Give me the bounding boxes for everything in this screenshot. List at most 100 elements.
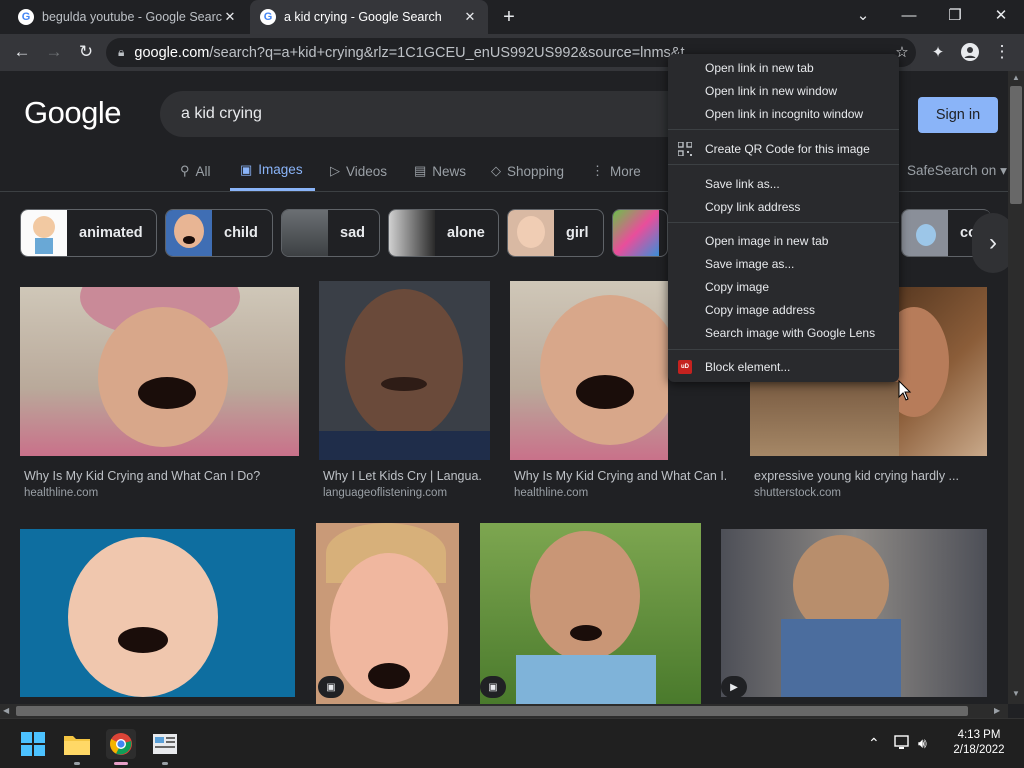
tab-shopping[interactable]: ◇ Shopping — [491, 151, 564, 191]
menu-open-link-incognito[interactable]: Open link in incognito window — [668, 103, 899, 125]
chip-animated[interactable]: animated — [20, 209, 157, 257]
tab-videos[interactable]: ▷ Videos — [330, 151, 387, 191]
new-tab-button[interactable]: + — [498, 6, 520, 28]
menu-open-link-new-tab[interactable]: Open link in new tab — [668, 57, 899, 79]
file-explorer-icon[interactable] — [62, 729, 92, 759]
close-tab-icon[interactable]: ✕ — [462, 9, 478, 25]
chip-child[interactable]: child — [165, 209, 273, 257]
sign-in-button[interactable]: Sign in — [918, 97, 998, 133]
image-icon: ▣ — [240, 161, 253, 177]
result-image-8[interactable]: ▶ — [721, 529, 987, 697]
chrome-taskbar-icon[interactable] — [106, 729, 136, 759]
extensions-icon[interactable]: ✦ — [924, 38, 952, 66]
menu-copy-image[interactable]: Copy image — [668, 276, 899, 298]
chip-label: animated — [79, 225, 143, 241]
tab-label: News — [432, 163, 467, 179]
app-taskbar-icon[interactable] — [150, 729, 180, 759]
menu-search-google-lens[interactable]: Search image with Google Lens — [668, 322, 899, 344]
menu-save-image-as[interactable]: Save image as... — [668, 253, 899, 275]
result-image-4-lower[interactable] — [750, 382, 899, 456]
result-caption[interactable]: Why Is My Kid Crying and What Can I... — [514, 469, 726, 483]
minimize-button[interactable]: — — [886, 0, 932, 30]
menu-copy-link-address[interactable]: Copy link address — [668, 196, 899, 218]
menu-copy-image-address[interactable]: Copy image address — [668, 299, 899, 321]
menu-separator — [668, 129, 899, 130]
url-host: google.com — [134, 44, 210, 61]
safesearch-dropdown[interactable]: SafeSearch on ▾ — [907, 163, 1007, 179]
tab-more[interactable]: ⋮ More — [591, 151, 641, 191]
chip-label: alone — [447, 225, 485, 241]
show-hidden-icons-chevron-icon[interactable]: ⌃ — [868, 735, 880, 752]
tab-images[interactable]: ▣ Images — [230, 151, 315, 191]
image-result-icon: ▣ — [480, 676, 506, 698]
tab-search-dropdown-icon[interactable]: ⌄ — [840, 0, 886, 30]
vertical-scroll-thumb[interactable] — [1010, 86, 1022, 204]
tab-label: More — [610, 163, 641, 179]
tab-label: All — [195, 163, 211, 179]
chip-label: girl — [566, 225, 589, 241]
chip-alone[interactable]: alone — [388, 209, 499, 257]
result-source[interactable]: languageoflistening.com — [323, 487, 447, 499]
chip-thumbnail — [902, 210, 948, 256]
result-caption[interactable]: Why I Let Kids Cry | Langua... — [323, 469, 483, 483]
tab-all[interactable]: ⚲ All — [180, 151, 211, 191]
result-image-2[interactable] — [319, 281, 490, 460]
menu-block-element[interactable]: Block element... — [668, 356, 899, 378]
close-tab-icon[interactable]: ✕ — [222, 9, 238, 25]
result-caption[interactable]: expressive young kid crying hardly ... — [754, 469, 984, 483]
scroll-down-icon[interactable]: ▼ — [1012, 689, 1020, 698]
close-window-button[interactable]: ✕ — [978, 0, 1024, 30]
url-path: /search?q=a+kid+crying&rlz=1C1GCEU_enUS9… — [209, 44, 685, 61]
horizontal-scroll-thumb[interactable] — [16, 706, 968, 716]
scroll-left-icon[interactable]: ◀ — [3, 706, 9, 715]
chip-thumbnail — [389, 210, 435, 256]
windows-start-icon[interactable] — [18, 729, 48, 759]
menu-open-image-new-tab[interactable]: Open image in new tab — [668, 230, 899, 252]
scroll-up-icon[interactable]: ▲ — [1012, 73, 1020, 82]
menu-separator — [668, 349, 899, 350]
chip-thumbnail — [613, 210, 659, 256]
profile-icon[interactable] — [956, 38, 984, 66]
result-source[interactable]: shutterstock.com — [754, 487, 841, 499]
volume-icon[interactable]: 🔊︎ — [918, 735, 927, 752]
chip-label: child — [224, 225, 258, 241]
network-icon[interactable] — [894, 735, 912, 754]
scroll-right-icon[interactable]: ▶ — [994, 706, 1000, 715]
tab-title: begulda youtube - Google Search — [42, 10, 222, 24]
reload-icon[interactable]: ↻ — [72, 38, 100, 66]
result-caption[interactable]: Why Is My Kid Crying and What Can I Do? — [24, 469, 299, 483]
result-image-6[interactable]: ▣ — [316, 523, 459, 704]
result-source[interactable]: healthline.com — [514, 487, 588, 499]
chip-sad[interactable]: sad — [281, 209, 380, 257]
tab-title: a kid crying - Google Search — [284, 10, 442, 24]
restore-button[interactable]: ❐ — [932, 0, 978, 30]
result-image-7[interactable]: ▣ — [480, 523, 701, 704]
play-icon: ▷ — [330, 163, 340, 178]
tab-news[interactable]: ▤ News — [414, 151, 466, 191]
result-image-1[interactable] — [20, 287, 299, 456]
result-image-4[interactable] — [879, 287, 987, 456]
tab-begulda[interactable]: G begulda youtube - Google Search ✕ — [8, 0, 248, 34]
chrome-menu-icon[interactable]: ⋮ — [988, 38, 1016, 66]
menu-save-link-as[interactable]: Save link as... — [668, 173, 899, 195]
tab-strip: G begulda youtube - Google Search ✕ G a … — [0, 0, 1024, 34]
result-image-3[interactable] — [510, 281, 668, 460]
tab-a-kid-crying[interactable]: G a kid crying - Google Search ✕ — [250, 0, 488, 34]
chevron-right-icon[interactable]: › — [972, 213, 1008, 273]
tab-label: Shopping — [507, 163, 565, 179]
back-icon[interactable]: ← — [8, 38, 36, 66]
running-indicator — [162, 762, 168, 765]
menu-create-qr-code[interactable]: Create QR Code for this image — [668, 138, 899, 160]
menu-separator — [668, 222, 899, 223]
chip-hidden[interactable] — [612, 209, 668, 257]
forward-icon[interactable]: → — [40, 38, 68, 66]
result-image-5[interactable] — [20, 529, 295, 697]
result-source[interactable]: healthline.com — [24, 487, 98, 499]
chip-girl[interactable]: girl — [507, 209, 604, 257]
clock-time: 4:13 PM — [957, 729, 1001, 741]
google-logo[interactable]: Google — [24, 95, 121, 131]
taskbar-clock[interactable]: 4:13 PM 2/18/2022 — [944, 728, 1014, 758]
chip-thumbnail — [166, 210, 212, 256]
chip-thumbnail — [21, 210, 67, 256]
menu-open-link-new-window[interactable]: Open link in new window — [668, 80, 899, 102]
